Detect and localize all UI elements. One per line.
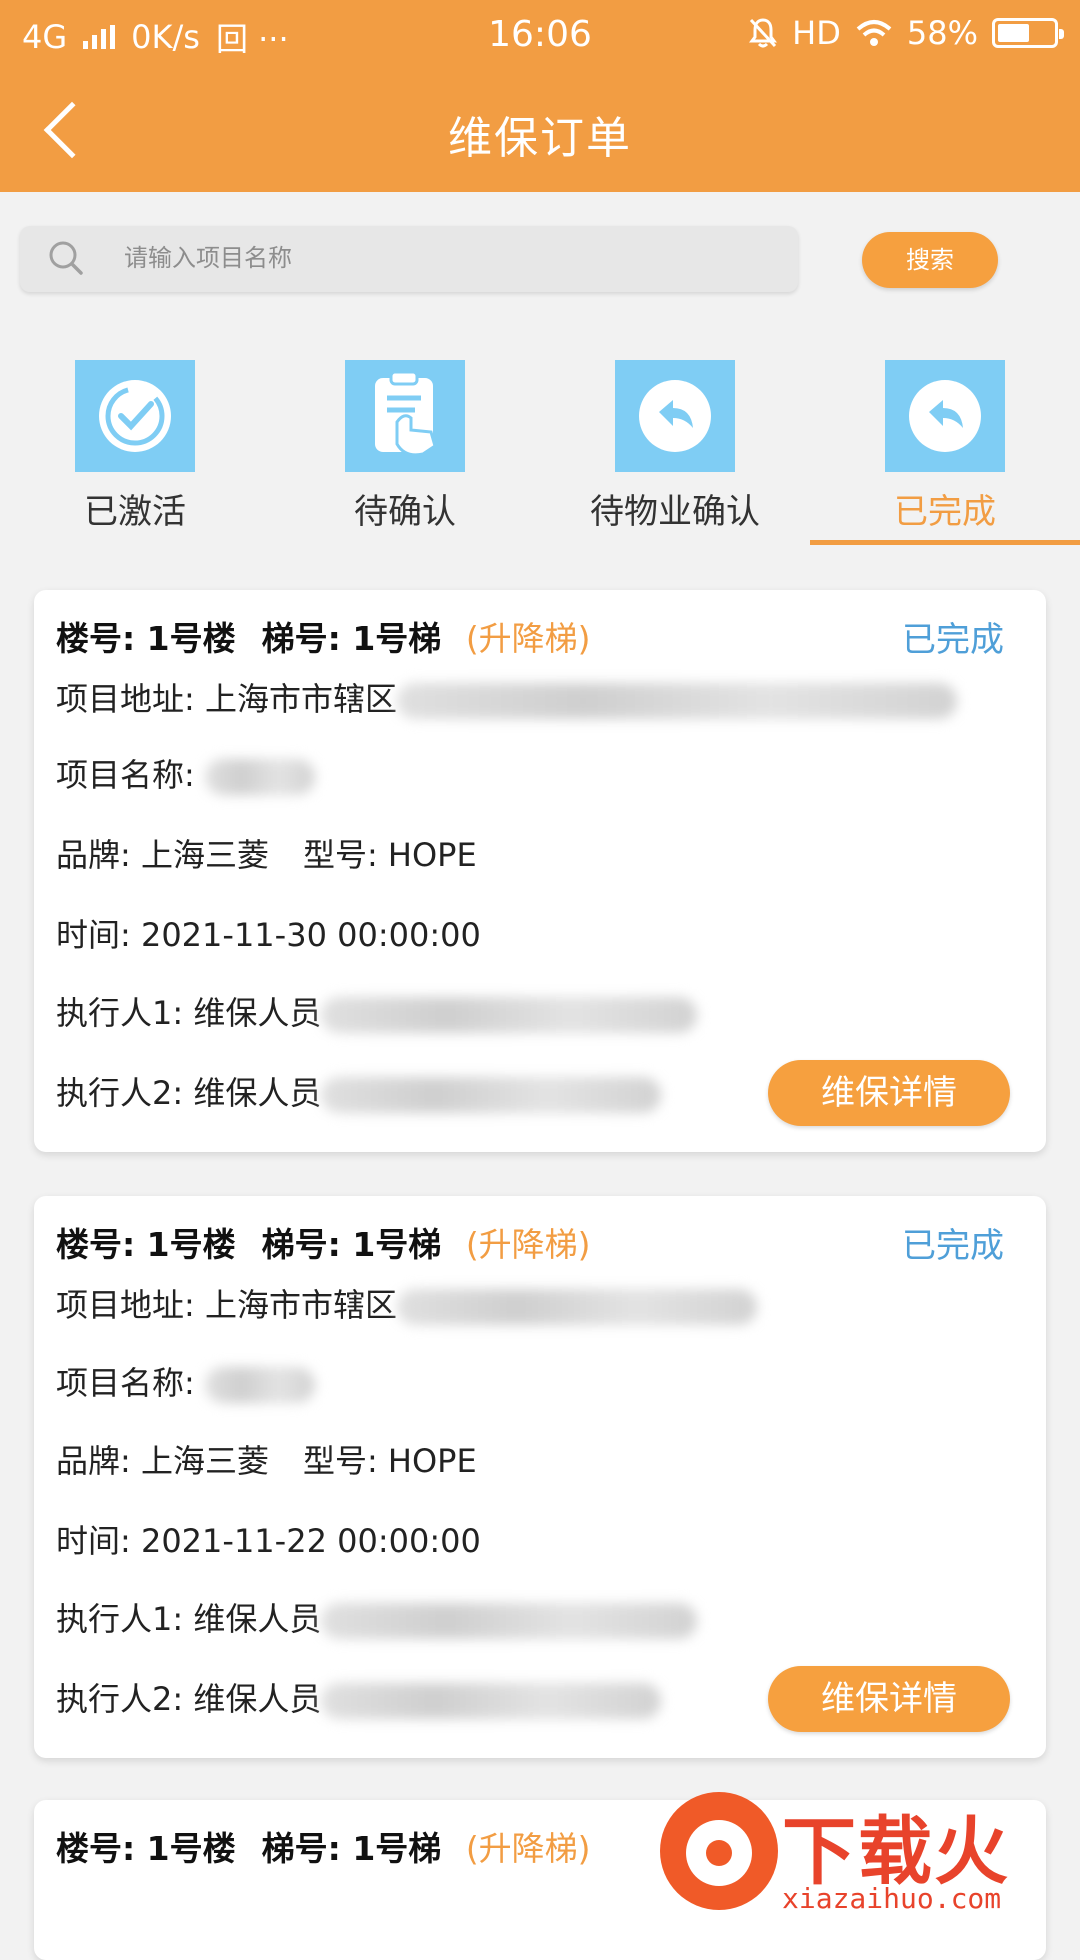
executor1-row: 执行人1: 维保人员 bbox=[56, 988, 698, 1034]
project-name-row: 项目名称: bbox=[56, 1358, 315, 1404]
building-number: 楼号: 1号楼 bbox=[56, 1225, 236, 1264]
status-bar: 4G 0K/s 回 ··· 16:06 HD 58% bbox=[0, 0, 1080, 70]
building-number: 楼号: 1号楼 bbox=[56, 1829, 236, 1868]
status-badge: 已完成 bbox=[902, 620, 1004, 660]
wifi-icon bbox=[856, 20, 892, 46]
executor2-label: 执行人2: 维保人员 bbox=[56, 1074, 322, 1112]
elevator-type: (升降梯) bbox=[465, 1829, 591, 1868]
tab-activated[interactable]: 已激活 bbox=[0, 344, 270, 550]
elevator-type: (升降梯) bbox=[465, 619, 591, 658]
executor2-row: 执行人2: 维保人员 bbox=[56, 1674, 662, 1720]
tab-label: 已激活 bbox=[84, 492, 186, 532]
battery-percent: 58% bbox=[906, 14, 978, 52]
elevator-number: 梯号: 1号梯 bbox=[261, 1829, 442, 1868]
clipboard-hand-icon bbox=[345, 360, 465, 472]
watermark-site: xiazaihuo.com bbox=[782, 1882, 1002, 1915]
maintenance-detail-button[interactable]: 维保详情 bbox=[768, 1060, 1010, 1126]
status-right: HD 58% bbox=[748, 14, 1064, 52]
search-bar: 搜索 bbox=[0, 222, 1080, 296]
card-header: 楼号: 1号楼 梯号: 1号梯 (升降梯) 已完成 bbox=[56, 1218, 1024, 1266]
order-card[interactable]: 楼号: 1号楼 梯号: 1号梯 (升降梯) 已完成 项目地址: 上海市市辖区 项目… bbox=[34, 1196, 1046, 1758]
search-input[interactable] bbox=[124, 234, 764, 284]
battery-fill bbox=[998, 24, 1029, 42]
search-icon bbox=[49, 241, 83, 275]
reply-icon bbox=[885, 360, 1005, 472]
card-header: 楼号: 1号楼 梯号: 1号梯 (升降梯) 已完成 bbox=[56, 612, 1024, 660]
tab-label: 已完成 bbox=[894, 492, 996, 532]
nav-bar: 维保订单 bbox=[0, 82, 1080, 178]
reply-icon bbox=[615, 360, 735, 472]
watermark: 下载火 xiazaihuo.com bbox=[640, 1782, 1080, 1920]
search-box[interactable] bbox=[20, 226, 798, 292]
status-tabs: 已激活 待确认 待物业确认 已完成 bbox=[0, 344, 1080, 550]
address-row: 项目地址: 上海市市辖区 bbox=[56, 1280, 757, 1326]
brand-label: 品牌: 上海三菱 bbox=[56, 836, 269, 874]
maintenance-detail-button[interactable]: 维保详情 bbox=[768, 1666, 1010, 1732]
tab-label: 待物业确认 bbox=[590, 492, 760, 532]
redacted-text bbox=[204, 1367, 315, 1403]
brand-label: 品牌: 上海三菱 bbox=[56, 1442, 269, 1480]
tab-pending-property-confirm[interactable]: 待物业确认 bbox=[540, 344, 810, 550]
brand-row: 品牌: 上海三菱 型号: HOPE bbox=[56, 830, 477, 876]
project-name-label: 项目名称: bbox=[56, 1364, 195, 1402]
project-name-label: 项目名称: bbox=[56, 756, 195, 794]
address-label: 项目地址: 上海市市辖区 bbox=[56, 1286, 397, 1324]
executor2-row: 执行人2: 维保人员 bbox=[56, 1068, 662, 1114]
tab-pending-confirm[interactable]: 待确认 bbox=[270, 344, 540, 550]
redacted-text bbox=[321, 997, 698, 1033]
executor2-label: 执行人2: 维保人员 bbox=[56, 1680, 322, 1718]
redacted-text bbox=[396, 683, 957, 719]
executor1-label: 执行人1: 维保人员 bbox=[56, 994, 322, 1032]
battery-icon bbox=[992, 18, 1064, 48]
address-row: 项目地址: 上海市市辖区 bbox=[56, 674, 957, 720]
tab-label: 待确认 bbox=[354, 492, 456, 532]
brand-row: 品牌: 上海三菱 型号: HOPE bbox=[56, 1436, 477, 1482]
tab-completed[interactable]: 已完成 bbox=[810, 344, 1080, 550]
redacted-text bbox=[204, 759, 315, 795]
project-name-row: 项目名称: bbox=[56, 750, 315, 796]
hd-label: HD bbox=[792, 14, 841, 52]
model-label: 型号: HOPE bbox=[302, 836, 477, 874]
download-logo-icon bbox=[660, 1792, 778, 1910]
model-label: 型号: HOPE bbox=[302, 1442, 477, 1480]
elevator-number: 梯号: 1号梯 bbox=[261, 1225, 442, 1264]
order-card[interactable]: 楼号: 1号楼 梯号: 1号梯 (升降梯) 已完成 项目地址: 上海市市辖区 项目… bbox=[34, 590, 1046, 1152]
app-header: 4G 0K/s 回 ··· 16:06 HD 58% 维保订单 bbox=[0, 0, 1080, 192]
elevator-type: (升降梯) bbox=[465, 1225, 591, 1264]
redacted-text bbox=[321, 1077, 662, 1113]
time-row: 时间: 2021-11-22 00:00:00 bbox=[56, 1522, 481, 1560]
redacted-text bbox=[396, 1289, 757, 1325]
active-tab-indicator bbox=[810, 540, 1080, 545]
address-label: 项目地址: 上海市市辖区 bbox=[56, 680, 397, 718]
check-circle-icon bbox=[75, 360, 195, 472]
elevator-number: 梯号: 1号梯 bbox=[261, 619, 442, 658]
executor1-label: 执行人1: 维保人员 bbox=[56, 1600, 322, 1638]
time-row: 时间: 2021-11-30 00:00:00 bbox=[56, 916, 481, 954]
search-button[interactable]: 搜索 bbox=[862, 232, 998, 288]
redacted-text bbox=[321, 1683, 662, 1719]
executor1-row: 执行人1: 维保人员 bbox=[56, 1594, 698, 1640]
mute-bell-icon bbox=[749, 18, 778, 48]
page-title: 维保订单 bbox=[448, 113, 632, 164]
building-number: 楼号: 1号楼 bbox=[56, 619, 236, 658]
status-badge: 已完成 bbox=[902, 1226, 1004, 1266]
redacted-text bbox=[321, 1603, 698, 1639]
